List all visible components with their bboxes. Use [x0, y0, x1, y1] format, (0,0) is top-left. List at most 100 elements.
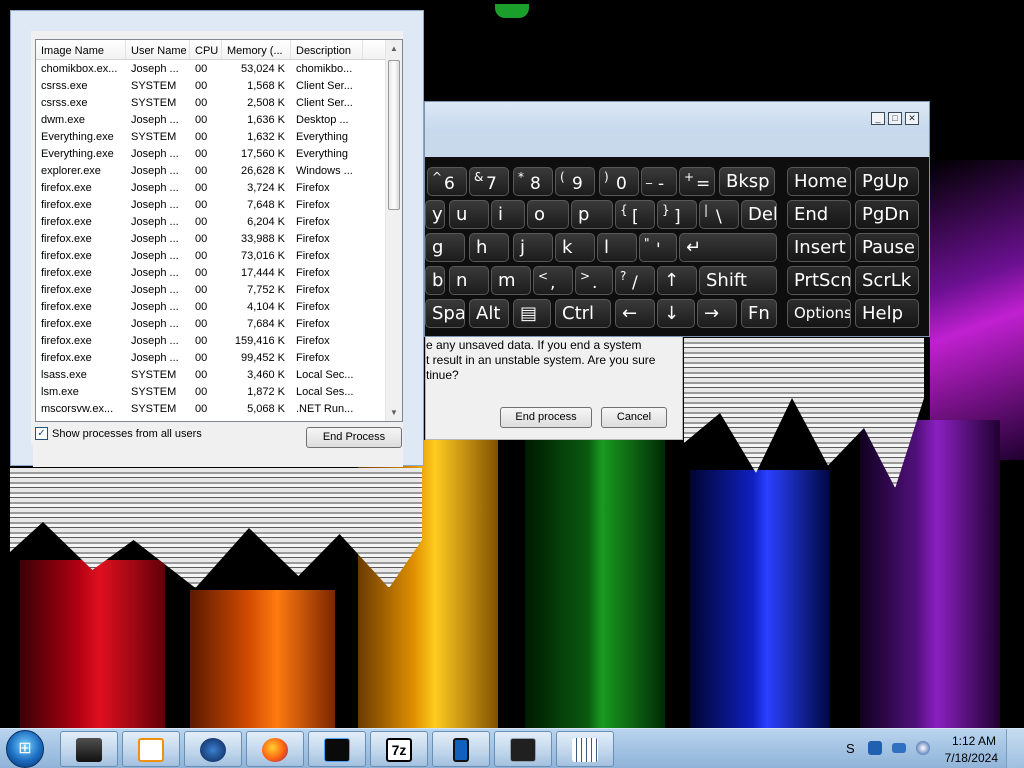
show-all-checkbox[interactable]: ✓: [35, 427, 48, 440]
process-row[interactable]: Everything.exe Joseph ... 00 17,560 K Everyt…: [36, 145, 402, 162]
column-header-user-name[interactable]: User Name: [126, 40, 190, 59]
taskbar-media-player-app[interactable]: [122, 731, 180, 767]
tray-network-icon[interactable]: [892, 743, 906, 753]
nav-key-end[interactable]: End: [787, 200, 851, 229]
process-row[interactable]: firefox.exe Joseph ... 00 4,104 K Firefox: [36, 298, 402, 315]
nav-key-scrlk[interactable]: ScrLk: [855, 266, 919, 295]
osk-title-bar[interactable]: [425, 102, 929, 132]
process-row[interactable]: firefox.exe Joseph ... 00 7,752 K Firefox: [36, 281, 402, 298]
key-1-4[interactable]: p: [571, 200, 613, 229]
key-3-2[interactable]: m: [491, 266, 531, 295]
process-row[interactable]: chomikbox.ex... Joseph ... 00 53,024 K chomi…: [36, 60, 402, 77]
key-4-4[interactable]: ←: [615, 299, 655, 328]
key-4-3[interactable]: Ctrl: [555, 299, 611, 328]
process-row[interactable]: firefox.exe Joseph ... 00 73,016 K Firefox: [36, 247, 402, 264]
key-2-4[interactable]: l: [597, 233, 637, 262]
nav-key-pgdn[interactable]: PgDn: [855, 200, 919, 229]
process-row[interactable]: firefox.exe Joseph ... 00 6,204 K Firefox: [36, 213, 402, 230]
key-1-2[interactable]: i: [491, 200, 525, 229]
key-4-2[interactable]: ▤: [513, 299, 551, 328]
key-3-4[interactable]: >.: [575, 266, 613, 295]
key-3-3[interactable]: <,: [533, 266, 573, 295]
key-3-7[interactable]: Shift: [699, 266, 777, 295]
column-header-image-name[interactable]: Image Name: [36, 40, 126, 59]
nav-key-pgup[interactable]: PgUp: [855, 167, 919, 196]
close-icon[interactable]: ✕: [905, 112, 919, 125]
taskbar-terminal-app[interactable]: [60, 731, 118, 767]
key-4-7[interactable]: Fn: [741, 299, 777, 328]
key-4-1[interactable]: Alt: [469, 299, 509, 328]
process-row[interactable]: csrss.exe SYSTEM 00 1,568 K Client Ser...: [36, 77, 402, 94]
nav-key-home[interactable]: Home: [787, 167, 851, 196]
key-2-2[interactable]: j: [513, 233, 553, 262]
process-row[interactable]: mscorsvw.ex... SYSTEM 00 5,068 K .NET Run...: [36, 400, 402, 417]
taskbar-7zip-app[interactable]: 7z: [370, 731, 428, 767]
tray-volume-icon[interactable]: [916, 741, 930, 755]
nav-key-options[interactable]: Options: [787, 299, 851, 328]
key-4-6[interactable]: →: [697, 299, 737, 328]
key-2-3[interactable]: k: [555, 233, 595, 262]
column-header-description[interactable]: Description: [291, 40, 363, 59]
process-row[interactable]: Everything.exe SYSTEM 00 1,632 K Everything: [36, 128, 402, 145]
key-0-6[interactable]: + =: [679, 167, 715, 196]
key-2-0[interactable]: g: [425, 233, 465, 262]
scroll-down-arrow-icon[interactable]: ▼: [386, 404, 402, 421]
dialog-end-process-button[interactable]: End process: [500, 407, 592, 428]
show-all-processes[interactable]: ✓ Show processes from all users: [35, 427, 202, 440]
key-3-6[interactable]: ↑: [657, 266, 697, 295]
nav-key-help[interactable]: Help: [855, 299, 919, 328]
key-1-7[interactable]: | \: [699, 200, 739, 229]
key-0-4[interactable]: ) 0: [599, 167, 639, 196]
key-0-1[interactable]: & 7: [469, 167, 509, 196]
process-row[interactable]: firefox.exe Joseph ... 00 33,988 K Firefox: [36, 230, 402, 247]
taskbar-firefox-app[interactable]: [246, 731, 304, 767]
key-0-5[interactable]: _ -: [641, 167, 677, 196]
dialog-cancel-button[interactable]: Cancel: [601, 407, 667, 428]
process-row[interactable]: firefox.exe Joseph ... 00 7,648 K Firefox: [36, 196, 402, 213]
scrollbar-thumb[interactable]: [388, 60, 400, 210]
key-4-0[interactable]: Space: [425, 299, 465, 328]
key-1-6[interactable]: }]: [657, 200, 697, 229]
process-list-scrollbar[interactable]: ▲ ▼: [385, 40, 402, 421]
process-row[interactable]: firefox.exe Joseph ... 00 7,684 K Firefox: [36, 315, 402, 332]
taskbar-screen-app[interactable]: [494, 731, 552, 767]
key-1-0[interactable]: y: [425, 200, 445, 229]
start-button[interactable]: ⊞: [6, 730, 44, 768]
key-0-3[interactable]: (9: [555, 167, 595, 196]
process-row[interactable]: firefox.exe Joseph ... 00 159,416 K Firefox: [36, 332, 402, 349]
key-4-5[interactable]: ↓: [657, 299, 695, 328]
process-row[interactable]: firefox.exe Joseph ... 00 3,724 K Firefox: [36, 179, 402, 196]
process-row[interactable]: firefox.exe Joseph ... 00 17,444 K Firefox: [36, 264, 402, 281]
process-row[interactable]: lsm.exe SYSTEM 00 1,872 K Local Ses...: [36, 383, 402, 400]
key-3-1[interactable]: n: [449, 266, 489, 295]
process-row[interactable]: explorer.exe Joseph ... 00 26,628 K Windows …: [36, 162, 402, 179]
column-header-cpu[interactable]: CPU: [190, 40, 222, 59]
minimize-icon[interactable]: _: [871, 112, 885, 125]
end-process-button[interactable]: End Process: [306, 427, 402, 448]
show-desktop-button[interactable]: [1006, 729, 1024, 768]
key-1-1[interactable]: u: [449, 200, 489, 229]
taskbar-tablet-app[interactable]: [432, 731, 490, 767]
nav-key-prtscn[interactable]: PrtScn: [787, 266, 851, 295]
key-0-2[interactable]: * 8: [513, 167, 553, 196]
process-row[interactable]: firefox.exe Joseph ... 00 99,452 K Firefox: [36, 349, 402, 366]
maximize-icon[interactable]: □: [888, 112, 902, 125]
clock-date[interactable]: 7/18/2024: [945, 751, 998, 765]
key-1-8[interactable]: Del: [741, 200, 777, 229]
key-2-1[interactable]: h: [469, 233, 509, 262]
process-row[interactable]: dwm.exe Joseph ... 00 1,636 K Desktop ...: [36, 111, 402, 128]
key-1-3[interactable]: o: [527, 200, 569, 229]
clock-time[interactable]: 1:12 AM: [952, 734, 996, 748]
column-header-memory[interactable]: Memory (...: [222, 40, 291, 59]
process-list[interactable]: Image Name User Name CPU Memory (... Des…: [35, 39, 403, 422]
key-2-6[interactable]: " ': [639, 233, 677, 262]
process-row[interactable]: lsass.exe SYSTEM 00 3,460 K Local Sec...: [36, 366, 402, 383]
nav-key-pause[interactable]: Pause: [855, 233, 919, 262]
tray-shield-icon[interactable]: [868, 741, 882, 755]
key-2-7[interactable]: ↵: [679, 233, 777, 262]
process-row[interactable]: csrss.exe SYSTEM 00 2,508 K Client Ser...: [36, 94, 402, 111]
key-0-0[interactable]: ^ 6: [427, 167, 467, 196]
taskbar-globe-app[interactable]: [184, 731, 242, 767]
key-3-0[interactable]: b: [425, 266, 445, 295]
nav-key-insert[interactable]: Insert: [787, 233, 851, 262]
